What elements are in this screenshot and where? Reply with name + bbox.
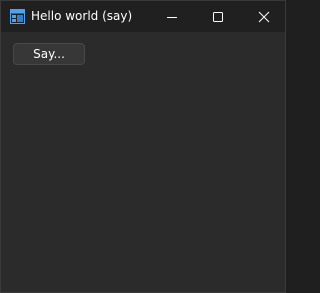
windows-app-icon [10, 9, 25, 24]
minimize-button[interactable] [149, 1, 195, 32]
maximize-icon [213, 11, 223, 22]
window-title: Hello world (say) [31, 9, 133, 23]
say-button[interactable]: Say... [13, 43, 85, 65]
window-client-area: Say... [1, 32, 285, 292]
title-bar[interactable]: Hello world (say) [1, 1, 285, 32]
close-icon [258, 11, 270, 22]
maximize-button[interactable] [195, 1, 241, 32]
close-button[interactable] [241, 1, 285, 32]
app-window: Hello world (say) Say... [0, 0, 286, 293]
minimize-icon [167, 16, 177, 18]
